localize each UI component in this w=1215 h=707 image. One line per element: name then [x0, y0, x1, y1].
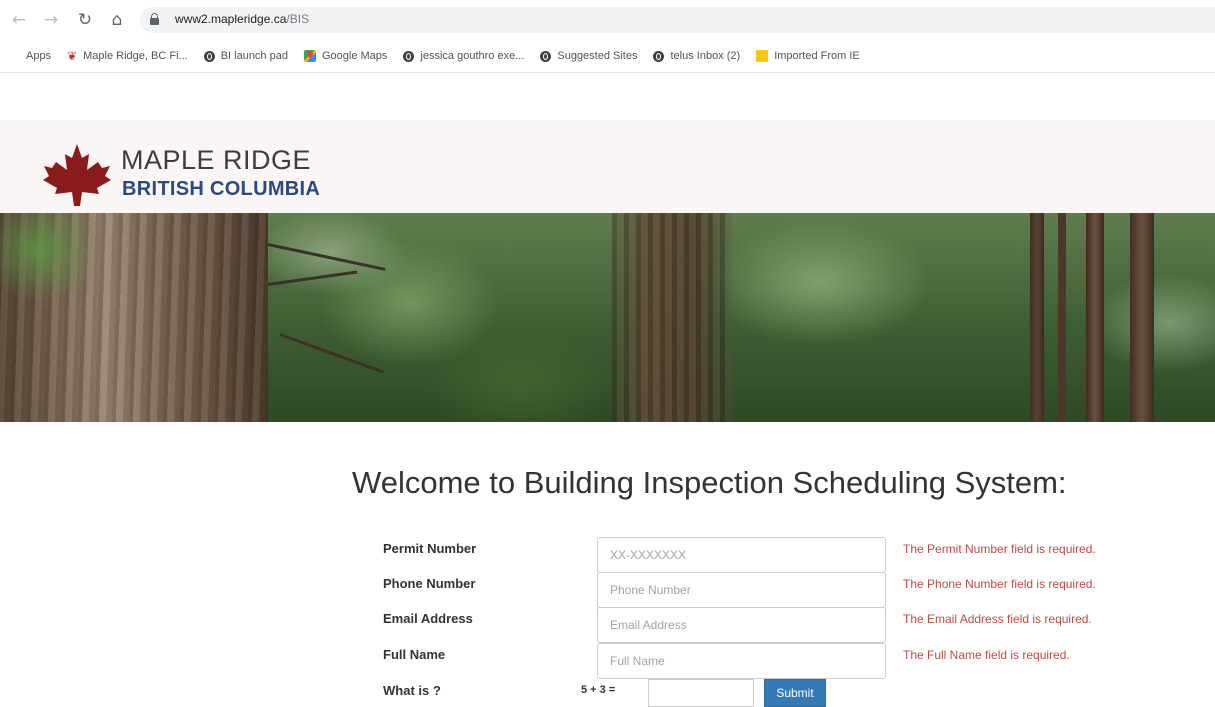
tree-trunk: [0, 213, 268, 422]
captcha-answer-input[interactable]: [648, 679, 754, 707]
tree-branch: [267, 243, 386, 271]
reload-icon[interactable]: ↻: [74, 9, 96, 31]
tree-branch: [267, 270, 358, 286]
phone-number-input[interactable]: [597, 572, 886, 608]
tree-branch: [279, 333, 384, 374]
back-icon[interactable]: ←: [8, 9, 30, 31]
bookmark-label: BI launch pad: [220, 50, 288, 62]
bookmark-suggested-sites[interactable]: Suggested Sites: [540, 50, 637, 62]
bookmark-telus-inbox[interactable]: telus Inbox (2): [653, 50, 740, 62]
tree-trunk: [1130, 213, 1154, 422]
bookmark-label: Apps: [26, 50, 52, 62]
phone-number-label: Phone Number: [383, 576, 476, 591]
tree-trunk: [1030, 213, 1044, 422]
bookmark-imported-from-ie[interactable]: Imported From IE: [756, 50, 860, 62]
brand-region[interactable]: BRITISH COLUMBIA: [122, 178, 320, 201]
full-name-input[interactable]: [597, 643, 886, 679]
permit-number-input[interactable]: [597, 537, 886, 573]
globe-icon: [540, 50, 552, 62]
globe-icon: [653, 50, 665, 62]
google-maps-icon: [303, 50, 316, 62]
submit-button[interactable]: Submit: [764, 679, 826, 707]
brand-name[interactable]: MAPLE RIDGE: [121, 145, 311, 176]
address-bar[interactable]: www2.mapleridge.ca/BIS: [140, 7, 1215, 33]
form-row-full-name: Full Name The Full Name field is require…: [0, 643, 1215, 679]
bookmark-label: jessica gouthro exe...: [420, 50, 525, 62]
form-row-phone-number: Phone Number The Phone Number field is r…: [0, 572, 1215, 608]
bookmark-label: Maple Ridge, BC Fi...: [83, 50, 188, 62]
apps-grid-icon: [8, 50, 20, 62]
maple-leaf-icon: ❦: [67, 49, 78, 63]
form-row-email-address: Email Address The Email Address field is…: [0, 607, 1215, 643]
full-name-error: The Full Name field is required.: [903, 648, 1070, 662]
bookmark-google-maps[interactable]: Google Maps: [303, 50, 388, 62]
bookmark-label: Google Maps: [321, 50, 388, 62]
globe-icon: [403, 50, 415, 62]
phone-number-error: The Phone Number field is required.: [903, 577, 1096, 591]
full-name-label: Full Name: [383, 647, 446, 662]
bookmark-label: Imported From IE: [774, 50, 860, 62]
bookmark-apps[interactable]: Apps: [8, 50, 51, 62]
tree-trunk: [1086, 213, 1104, 422]
tree-trunk: [1058, 213, 1066, 422]
tree-trunk: [612, 213, 732, 422]
email-address-input[interactable]: [597, 607, 886, 643]
url-text: www2.mapleridge.ca/BIS: [175, 12, 310, 26]
bookmark-maple-ridge[interactable]: ❦ Maple Ridge, BC Fi...: [67, 49, 188, 63]
captcha-question: 5 + 3 =: [581, 684, 616, 696]
bookmark-jessica[interactable]: jessica gouthro exe...: [403, 50, 524, 62]
maple-leaf-logo-icon[interactable]: [42, 142, 112, 208]
email-address-label: Email Address: [383, 611, 473, 626]
forest-banner-image: [0, 213, 1215, 422]
bookmark-label: Suggested Sites: [557, 50, 638, 62]
captcha-label: What is ?: [383, 683, 441, 698]
bookmarks-bar: Apps ❦ Maple Ridge, BC Fi... BI launch p…: [0, 40, 1215, 73]
permit-number-error: The Permit Number field is required.: [903, 542, 1096, 556]
bookmark-label: telus Inbox (2): [670, 50, 741, 62]
bookmark-bi-launch-pad[interactable]: BI launch pad: [203, 50, 288, 62]
forward-icon[interactable]: →: [40, 9, 62, 31]
folder-icon: [756, 50, 769, 62]
form-row-permit-number: Permit Number The Permit Number field is…: [0, 537, 1215, 573]
permit-number-label: Permit Number: [383, 541, 477, 556]
browser-toolbar: ← → ↻ ⌂ www2.mapleridge.ca/BIS: [0, 0, 1215, 40]
globe-icon: [203, 50, 215, 62]
lock-icon[interactable]: [150, 13, 159, 25]
email-address-error: The Email Address field is required.: [903, 612, 1092, 626]
home-icon[interactable]: ⌂: [106, 9, 128, 31]
page-title: Welcome to Building Inspection Schedulin…: [352, 465, 1067, 500]
